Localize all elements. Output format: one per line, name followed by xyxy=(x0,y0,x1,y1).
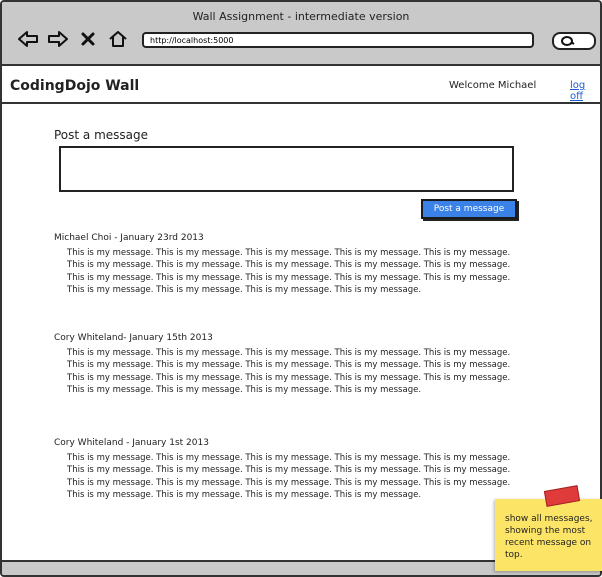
message-item: Cory Whiteland - January 1st 2013 This i… xyxy=(54,438,534,502)
message-body: This is my message. This is my message. … xyxy=(67,348,511,396)
message-item: Cory Whiteland- January 15th 2013 This i… xyxy=(54,333,534,397)
message-body: This is my message. This is my message. … xyxy=(67,453,511,501)
post-label: Post a message xyxy=(54,128,149,142)
search-icon xyxy=(561,36,575,46)
post-message-button[interactable]: Post a message xyxy=(421,199,517,219)
message-meta: Michael Choi - January 23rd 2013 xyxy=(54,233,204,243)
app-header: CodingDojo Wall Welcome Michael log off xyxy=(2,68,600,104)
message-meta: Cory Whiteland- January 15th 2013 xyxy=(54,333,213,343)
welcome-text: Welcome Michael xyxy=(449,80,537,91)
sticky-note: show all messages, showing the most rece… xyxy=(495,499,602,571)
home-icon[interactable] xyxy=(106,28,130,50)
window-title: Wall Assignment - intermediate version xyxy=(192,10,410,23)
brand-title: CodingDojo Wall xyxy=(10,78,140,94)
nav-buttons xyxy=(16,28,130,50)
back-arrow-icon[interactable] xyxy=(16,28,40,50)
message-body: This is my message. This is my message. … xyxy=(67,248,511,296)
message-meta: Cory Whiteland - January 1st 2013 xyxy=(54,438,209,448)
message-textarea[interactable] xyxy=(59,146,514,192)
message-item: Michael Choi - January 23rd 2013 This is… xyxy=(54,233,534,297)
logoff-link[interactable]: log off xyxy=(570,80,600,102)
url-input[interactable] xyxy=(142,32,534,48)
stop-icon[interactable] xyxy=(76,28,100,50)
forward-arrow-icon[interactable] xyxy=(46,28,70,50)
search-button[interactable] xyxy=(552,32,596,50)
browser-window: Wall Assignment - intermediate version C… xyxy=(0,0,602,577)
browser-chrome: Wall Assignment - intermediate version xyxy=(2,2,600,66)
